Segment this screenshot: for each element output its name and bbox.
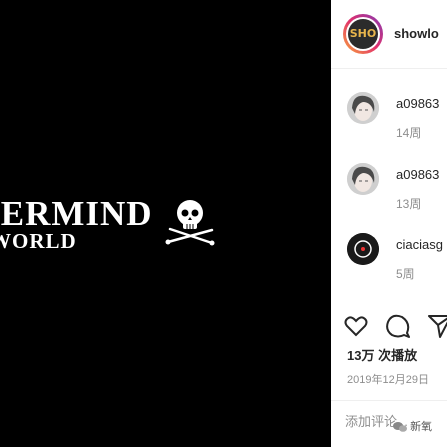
watermark: 新氧 bbox=[393, 418, 432, 434]
action-bar bbox=[343, 313, 447, 341]
comment-time: 13周 bbox=[396, 197, 422, 211]
skull-crossbones-icon bbox=[165, 200, 215, 246]
commenter-avatar[interactable] bbox=[347, 233, 379, 265]
post-sidebar: SHO showlo a09863 14周 a09863 13周 ciacias… bbox=[331, 0, 447, 447]
comment-item: a09863 14周 bbox=[331, 92, 447, 152]
commenter-avatar[interactable] bbox=[347, 163, 379, 195]
wechat-icon bbox=[393, 422, 407, 432]
commenter-avatar[interactable] bbox=[347, 92, 379, 124]
view-count[interactable]: 13万 次播放 bbox=[347, 345, 417, 364]
comment-time: 5周 bbox=[396, 267, 415, 281]
author-avatar[interactable]: SHO bbox=[343, 14, 383, 54]
commenter-username[interactable]: a09863 bbox=[396, 167, 439, 182]
commenter-username[interactable]: ciaciasg bbox=[396, 237, 443, 252]
brand-logo-text: 'ERMIND WORLD bbox=[0, 196, 153, 254]
author-avatar-logo: SHO bbox=[348, 19, 378, 49]
post-header: SHO showlo bbox=[331, 0, 447, 69]
post-date: 2019年12月29日 bbox=[347, 374, 429, 386]
share-icon[interactable] bbox=[427, 313, 447, 339]
post-media[interactable]: 'ERMIND WORLD bbox=[0, 0, 331, 447]
commenter-username[interactable]: a09863 bbox=[396, 96, 439, 111]
comment-item: ciaciasg 5周 bbox=[331, 233, 447, 293]
comment-time: 14周 bbox=[396, 126, 422, 140]
brand-main-text: 'ERMIND bbox=[0, 194, 153, 233]
heart-icon[interactable] bbox=[343, 313, 369, 339]
comment-item: a09863 13周 bbox=[331, 163, 447, 223]
comment-icon[interactable] bbox=[385, 313, 411, 339]
watermark-text: 新氧 bbox=[410, 421, 433, 433]
author-username[interactable]: showlo bbox=[394, 26, 439, 41]
